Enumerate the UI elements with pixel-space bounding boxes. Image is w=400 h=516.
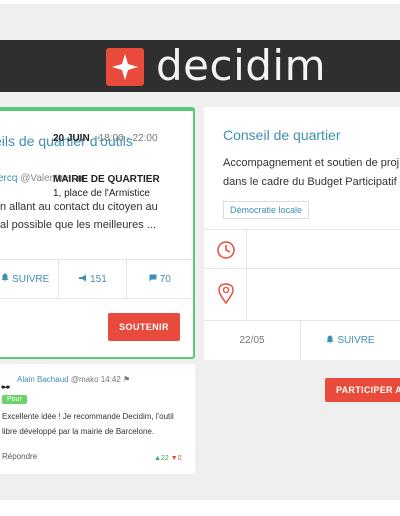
- category-tag[interactable]: Démocratie locale: [223, 201, 310, 219]
- upvote-count: 22: [160, 455, 169, 462]
- comment-time: 14:42: [100, 375, 121, 384]
- endorsements-count[interactable]: 151: [59, 260, 127, 298]
- meeting-card[interactable]: Conseil de quartier Accompagnement et so…: [204, 107, 400, 360]
- endorsements-value: 151: [90, 273, 107, 285]
- meeting-address: 1, place de l'Armistice: [53, 188, 150, 199]
- proposal-card[interactable]: eils de quartier d'outils ercq @Valentin…: [0, 107, 195, 359]
- comment-card: Alain Bachaud @mako 14:42 ⚑ Pour Excelle…: [0, 364, 195, 474]
- comment-author[interactable]: Alain Bachaud @mako 14:42 ⚑: [17, 375, 130, 384]
- brand-name[interactable]: decidim: [156, 44, 326, 88]
- downvote-count: 0: [177, 455, 182, 462]
- meeting-footer-date: 22/05: [204, 321, 301, 360]
- proposal-excerpt-line: al possible que les meilleures ...: [0, 219, 156, 231]
- comments-count[interactable]: 70: [127, 260, 193, 298]
- meeting-footer: 22/05 SUIVRE: [204, 321, 400, 360]
- follow-label: SUIVRE: [337, 335, 375, 346]
- meeting-time: · 18:00 - 22:00: [92, 133, 158, 144]
- meeting-description: Accompagnement et soutien de proj dans l…: [223, 154, 400, 192]
- meeting-place-row: [204, 269, 400, 321]
- megaphone-icon: [78, 274, 87, 285]
- author-name: ercq: [0, 173, 18, 184]
- stance-badge: Pour: [2, 395, 27, 404]
- bell-icon: [326, 335, 334, 347]
- meeting-place-name: MAIRIE DE QUARTIER: [53, 174, 160, 185]
- comment-author-name: Alain Bachaud: [17, 375, 69, 384]
- follow-label: SUIVRE: [12, 273, 50, 285]
- comment-line: Excellente idée ! Je recommande Decidim,…: [2, 412, 174, 421]
- meeting-description-line: Accompagnement et soutien de proj: [223, 157, 400, 169]
- flag-icon[interactable]: ⚑: [123, 375, 130, 384]
- reply-link[interactable]: Répondre: [2, 452, 37, 461]
- decidim-logo-icon[interactable]: [106, 48, 144, 86]
- comment-icon: [149, 274, 157, 285]
- clock-icon: [204, 230, 247, 268]
- meeting-description-line: dans le cadre du Budget Participatif: [223, 176, 397, 188]
- support-button[interactable]: SOUTENIR: [108, 313, 180, 341]
- comment-body: Excellente idée ! Je recommande Decidim,…: [2, 409, 188, 439]
- downvote-button[interactable]: ▼0: [171, 455, 182, 462]
- meeting-date: 20 JUIN · 18:00 - 22:00: [53, 133, 158, 144]
- mustache-avatar-icon: [1, 377, 10, 389]
- meeting-day: 20 JUIN: [53, 133, 90, 144]
- follow-button[interactable]: SUIVRE: [301, 321, 400, 360]
- meeting-title[interactable]: Conseil de quartier: [223, 127, 341, 143]
- meeting-date-row: [204, 229, 400, 269]
- comment-line: libre développé par la mairie de Barcelo…: [2, 427, 155, 436]
- comment-author-handle: @mako: [70, 375, 99, 384]
- follow-button[interactable]: SUIVRE: [0, 260, 60, 298]
- location-pin-icon: [204, 269, 247, 320]
- meeting-location: MAIRIE DE QUARTIER 1, place de l'Armisti…: [53, 173, 160, 201]
- participate-button[interactable]: PARTICIPER A: [325, 378, 400, 402]
- comments-value: 70: [159, 273, 171, 285]
- proposal-actions: SUIVRE 151 70: [0, 259, 193, 299]
- upvote-button[interactable]: ▲22: [154, 455, 169, 462]
- comment-votes: ▲22 ▼0: [154, 455, 182, 462]
- bell-icon: [1, 273, 9, 285]
- proposal-excerpt: n allant au contact du citoyen au al pos…: [0, 198, 190, 234]
